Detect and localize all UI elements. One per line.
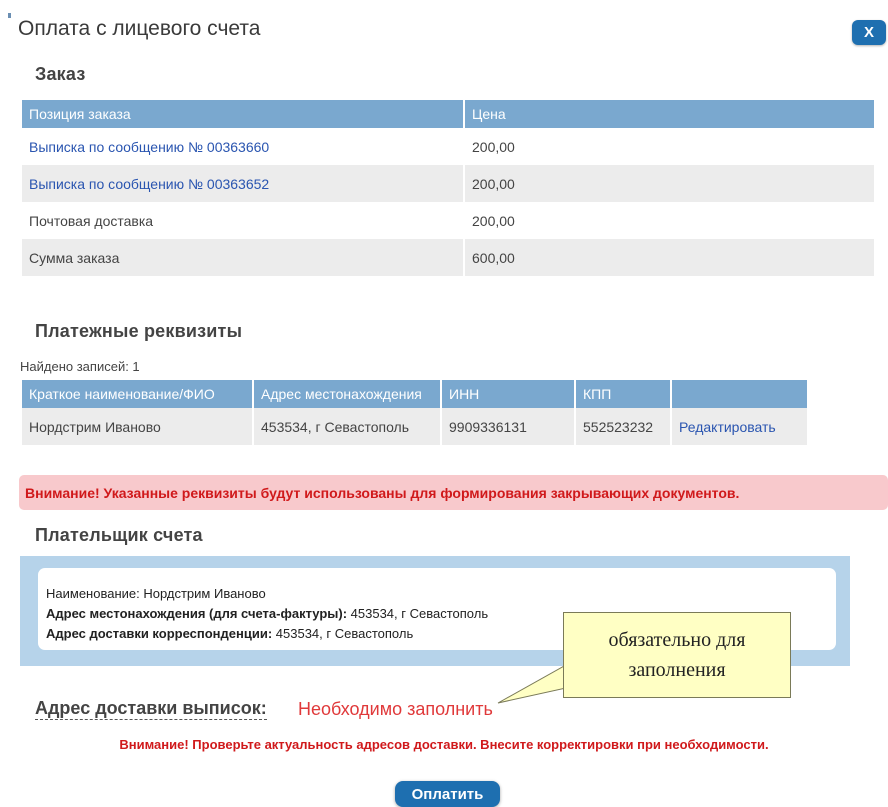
required-field-tooltip: обязательно для заполнения (563, 612, 791, 698)
address-check-warning: Внимание! Проверьте актуальность адресов… (119, 737, 769, 752)
statement-address-label: Адрес доставки выписок: (35, 698, 267, 720)
tooltip-line-1: обязательно для (608, 629, 746, 651)
tooltip-line-2: заполнения (628, 659, 726, 681)
statement-address-fill-link[interactable]: Необходимо заполнить (298, 699, 493, 720)
pay-button[interactable]: Оплатить (395, 781, 500, 807)
